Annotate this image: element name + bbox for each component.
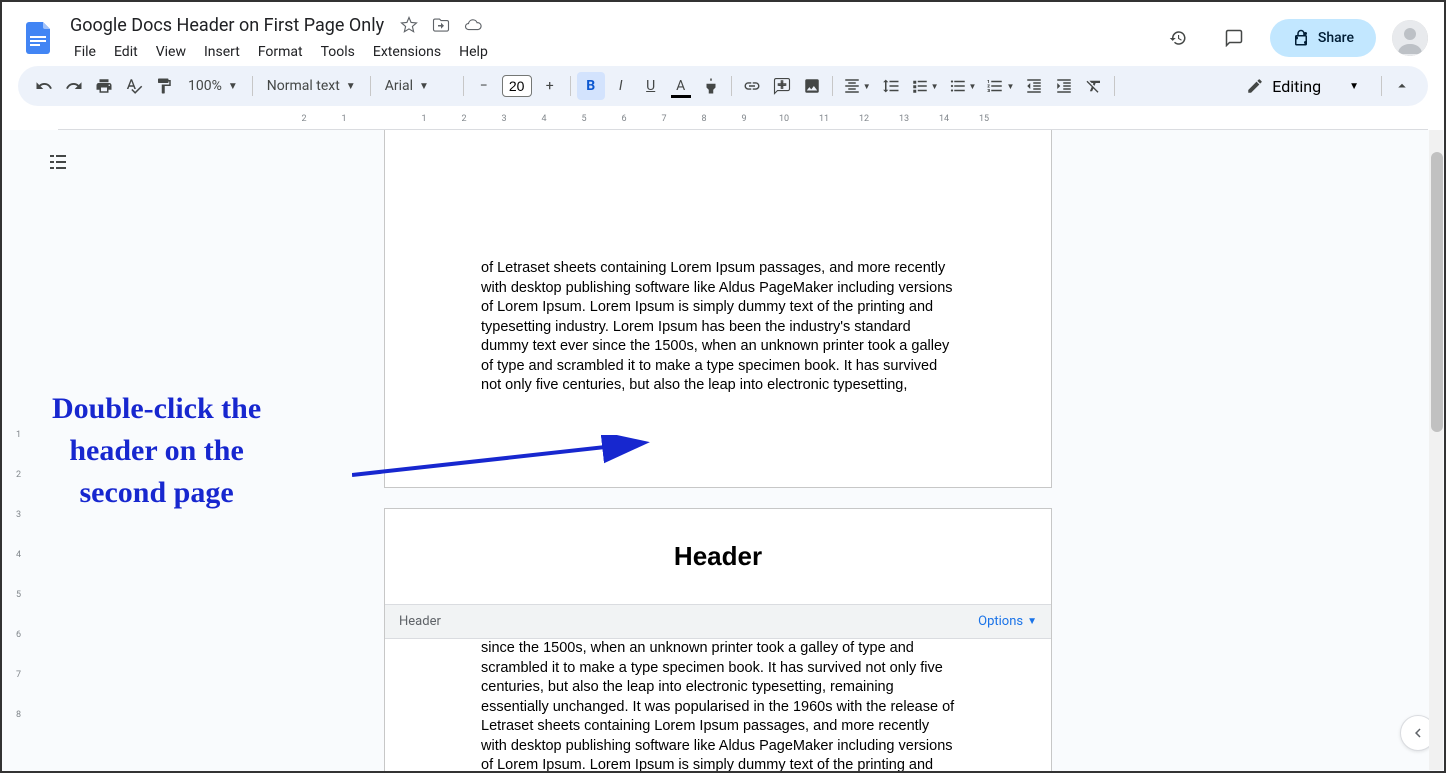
header-info-bar: Header Options ▼ (385, 605, 1051, 639)
menu-view[interactable]: View (148, 40, 194, 64)
share-label: Share (1318, 30, 1354, 46)
collapse-toolbar-button[interactable] (1388, 72, 1416, 100)
docs-logo[interactable] (18, 18, 58, 58)
header-text[interactable]: Header (674, 541, 762, 572)
page-2-header-area[interactable]: Header (385, 509, 1051, 605)
insert-comment-button[interactable] (768, 72, 796, 100)
style-dropdown[interactable]: Normal text▼ (259, 78, 364, 94)
move-icon[interactable] (432, 16, 450, 34)
text-color-button[interactable]: A (667, 72, 695, 100)
font-size-increase[interactable]: + (536, 72, 564, 100)
clear-formatting-button[interactable] (1080, 72, 1108, 100)
font-dropdown[interactable]: Arial▼ (377, 78, 457, 94)
header-options-dropdown[interactable]: Options ▼ (978, 614, 1037, 629)
annotation-text: Double-click the header on the second pa… (52, 388, 261, 514)
align-dropdown[interactable]: ▼ (839, 72, 875, 100)
insert-link-button[interactable] (738, 72, 766, 100)
header-label: Header (399, 614, 441, 629)
vertical-scrollbar-thumb[interactable] (1431, 152, 1443, 432)
star-icon[interactable] (400, 16, 418, 34)
horizontal-ruler[interactable]: 21123456789101112131415 (58, 114, 1428, 130)
checklist-button[interactable]: ▼ (907, 72, 943, 100)
share-button[interactable]: Share (1270, 19, 1376, 57)
menu-insert[interactable]: Insert (196, 40, 248, 64)
editing-mode-dropdown[interactable]: Editing ▼ (1230, 77, 1375, 96)
menu-extensions[interactable]: Extensions (365, 40, 449, 64)
zoom-dropdown[interactable]: 100%▼ (180, 78, 246, 94)
font-size-input[interactable] (502, 75, 532, 97)
menu-file[interactable]: File (66, 40, 104, 64)
comments-icon[interactable] (1214, 18, 1254, 58)
decrease-indent-button[interactable] (1020, 72, 1048, 100)
increase-indent-button[interactable] (1050, 72, 1078, 100)
highlight-button[interactable] (697, 72, 725, 100)
bulleted-list-button[interactable]: ▼ (945, 72, 981, 100)
cloud-status-icon[interactable] (464, 16, 482, 34)
vertical-ruler[interactable]: 12345678 (16, 130, 32, 771)
menu-format[interactable]: Format (250, 40, 311, 64)
redo-button[interactable] (60, 72, 88, 100)
user-avatar[interactable] (1392, 20, 1428, 56)
line-spacing-button[interactable] (877, 72, 905, 100)
underline-button[interactable]: U (637, 72, 665, 100)
italic-button[interactable]: I (607, 72, 635, 100)
page-1-body-text[interactable]: of Letraset sheets containing Lorem Ipsu… (385, 259, 1051, 396)
document-title[interactable]: Google Docs Header on First Page Only (66, 13, 388, 38)
insert-image-button[interactable] (798, 72, 826, 100)
menu-edit[interactable]: Edit (106, 40, 146, 64)
undo-button[interactable] (30, 72, 58, 100)
menu-tools[interactable]: Tools (313, 40, 363, 64)
font-size-decrease[interactable]: − (470, 72, 498, 100)
history-icon[interactable] (1158, 18, 1198, 58)
numbered-list-button[interactable]: ▼ (982, 72, 1018, 100)
annotation-arrow (352, 435, 662, 495)
page-2[interactable]: Header Header Options ▼ since the 1500s,… (384, 508, 1052, 771)
spellcheck-button[interactable] (120, 72, 148, 100)
menu-help[interactable]: Help (451, 40, 496, 64)
toolbar: 100%▼ Normal text▼ Arial▼ − + B I U A ▼ … (18, 66, 1428, 106)
bold-button[interactable]: B (577, 72, 605, 100)
menubar: File Edit View Insert Format Tools Exten… (66, 40, 1158, 64)
print-button[interactable] (90, 72, 118, 100)
paint-format-button[interactable] (150, 72, 178, 100)
page-2-body-text[interactable]: since the 1500s, when an unknown printer… (385, 639, 1051, 771)
